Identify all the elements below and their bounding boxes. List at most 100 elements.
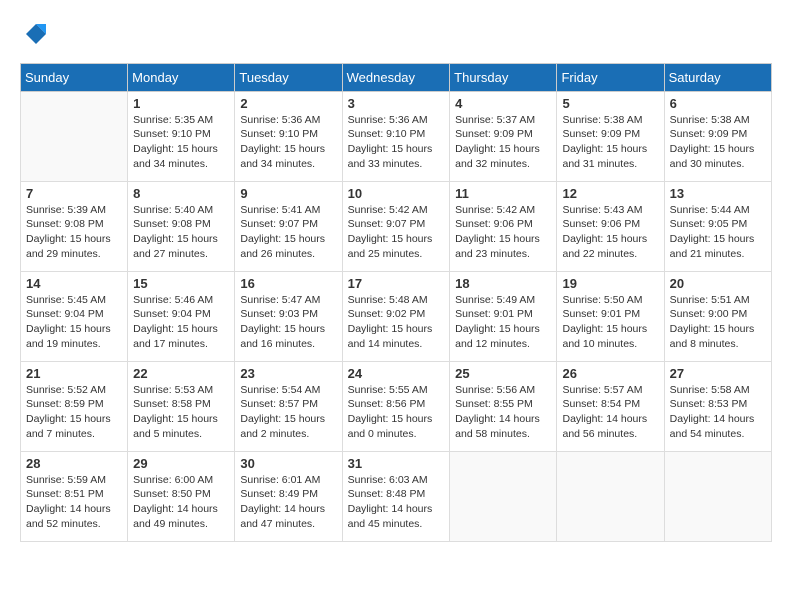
calendar-cell: 22 Sunrise: 5:53 AM Sunset: 8:58 PM Dayli… <box>128 361 235 451</box>
calendar-cell: 10 Sunrise: 5:42 AM Sunset: 9:07 PM Dayli… <box>342 181 450 271</box>
calendar-cell: 1Sunrise: 5:35 AM Sunset: 9:10 PM Daylig… <box>128 91 235 181</box>
day-header-friday: Friday <box>557 63 664 91</box>
day-info: Sunrise: 5:40 AM Sunset: 9:08 PM Dayligh… <box>133 203 229 262</box>
calendar-cell: 16 Sunrise: 5:47 AM Sunset: 9:03 PM Dayli… <box>235 271 342 361</box>
calendar-cell <box>450 451 557 541</box>
calendar-cell: 2Sunrise: 5:36 AM Sunset: 9:10 PM Daylig… <box>235 91 342 181</box>
day-info: Sunrise: 5:43 AM Sunset: 9:06 PM Dayligh… <box>562 203 658 262</box>
calendar-cell: 24 Sunrise: 5:55 AM Sunset: 8:56 PM Dayli… <box>342 361 450 451</box>
day-info: Sunrise: 5:54 AM Sunset: 8:57 PM Dayligh… <box>240 383 336 442</box>
day-number: 10 <box>348 186 445 201</box>
day-number: 8 <box>133 186 229 201</box>
calendar-cell: 19Sunrise: 5:50 AM Sunset: 9:01 PM Dayli… <box>557 271 664 361</box>
day-info: Sunrise: 5:45 AM Sunset: 9:04 PM Dayligh… <box>26 293 122 352</box>
calendar-cell: 29 Sunrise: 6:00 AM Sunset: 8:50 PM Dayli… <box>128 451 235 541</box>
day-info: Sunrise: 5:59 AM Sunset: 8:51 PM Dayligh… <box>26 473 122 532</box>
calendar-cell: 12 Sunrise: 5:43 AM Sunset: 9:06 PM Dayli… <box>557 181 664 271</box>
day-header-saturday: Saturday <box>664 63 771 91</box>
day-info: Sunrise: 6:01 AM Sunset: 8:49 PM Dayligh… <box>240 473 336 532</box>
day-number: 6 <box>670 96 766 111</box>
calendar-cell: 28 Sunrise: 5:59 AM Sunset: 8:51 PM Dayli… <box>21 451 128 541</box>
day-number: 24 <box>348 366 445 381</box>
day-number: 9 <box>240 186 336 201</box>
calendar-cell: 4 Sunrise: 5:37 AM Sunset: 9:09 PM Daylig… <box>450 91 557 181</box>
day-info: Sunrise: 5:55 AM Sunset: 8:56 PM Dayligh… <box>348 383 445 442</box>
calendar-cell: 6 Sunrise: 5:38 AM Sunset: 9:09 PM Daylig… <box>664 91 771 181</box>
day-number: 5 <box>562 96 658 111</box>
calendar-week-1: 1Sunrise: 5:35 AM Sunset: 9:10 PM Daylig… <box>21 91 772 181</box>
day-number: 12 <box>562 186 658 201</box>
calendar-cell: 18 Sunrise: 5:49 AM Sunset: 9:01 PM Dayli… <box>450 271 557 361</box>
calendar-cell: 31 Sunrise: 6:03 AM Sunset: 8:48 PM Dayli… <box>342 451 450 541</box>
day-number: 20 <box>670 276 766 291</box>
day-number: 22 <box>133 366 229 381</box>
day-number: 7 <box>26 186 122 201</box>
day-number: 18 <box>455 276 551 291</box>
day-number: 4 <box>455 96 551 111</box>
day-number: 28 <box>26 456 122 471</box>
calendar-cell: 5 Sunrise: 5:38 AM Sunset: 9:09 PM Daylig… <box>557 91 664 181</box>
calendar-cell: 13Sunrise: 5:44 AM Sunset: 9:05 PM Dayli… <box>664 181 771 271</box>
day-info: Sunrise: 5:36 AM Sunset: 9:10 PM Dayligh… <box>348 113 445 172</box>
day-info: Sunrise: 5:41 AM Sunset: 9:07 PM Dayligh… <box>240 203 336 262</box>
day-number: 23 <box>240 366 336 381</box>
calendar-cell: 8 Sunrise: 5:40 AM Sunset: 9:08 PM Daylig… <box>128 181 235 271</box>
day-number: 1 <box>133 96 229 111</box>
calendar-cell: 23 Sunrise: 5:54 AM Sunset: 8:57 PM Dayli… <box>235 361 342 451</box>
day-info: Sunrise: 5:51 AM Sunset: 9:00 PM Dayligh… <box>670 293 766 352</box>
day-info: Sunrise: 5:42 AM Sunset: 9:07 PM Dayligh… <box>348 203 445 262</box>
calendar-cell: 11Sunrise: 5:42 AM Sunset: 9:06 PM Dayli… <box>450 181 557 271</box>
logo <box>20 20 50 53</box>
calendar-cell <box>21 91 128 181</box>
logo-icon <box>22 20 50 48</box>
day-header-thursday: Thursday <box>450 63 557 91</box>
day-info: Sunrise: 5:42 AM Sunset: 9:06 PM Dayligh… <box>455 203 551 262</box>
day-header-monday: Monday <box>128 63 235 91</box>
day-number: 2 <box>240 96 336 111</box>
day-info: Sunrise: 5:57 AM Sunset: 8:54 PM Dayligh… <box>562 383 658 442</box>
day-number: 30 <box>240 456 336 471</box>
day-info: Sunrise: 6:00 AM Sunset: 8:50 PM Dayligh… <box>133 473 229 532</box>
day-info: Sunrise: 5:38 AM Sunset: 9:09 PM Dayligh… <box>670 113 766 172</box>
day-info: Sunrise: 5:48 AM Sunset: 9:02 PM Dayligh… <box>348 293 445 352</box>
day-info: Sunrise: 5:38 AM Sunset: 9:09 PM Dayligh… <box>562 113 658 172</box>
day-number: 27 <box>670 366 766 381</box>
day-info: Sunrise: 5:53 AM Sunset: 8:58 PM Dayligh… <box>133 383 229 442</box>
day-info: Sunrise: 5:49 AM Sunset: 9:01 PM Dayligh… <box>455 293 551 352</box>
day-header-wednesday: Wednesday <box>342 63 450 91</box>
calendar-cell: 15 Sunrise: 5:46 AM Sunset: 9:04 PM Dayli… <box>128 271 235 361</box>
calendar-table: SundayMondayTuesdayWednesdayThursdayFrid… <box>20 63 772 542</box>
day-info: Sunrise: 5:47 AM Sunset: 9:03 PM Dayligh… <box>240 293 336 352</box>
calendar-week-4: 21Sunrise: 5:52 AM Sunset: 8:59 PM Dayli… <box>21 361 772 451</box>
day-info: Sunrise: 5:58 AM Sunset: 8:53 PM Dayligh… <box>670 383 766 442</box>
calendar-cell: 14 Sunrise: 5:45 AM Sunset: 9:04 PM Dayli… <box>21 271 128 361</box>
calendar-cell: 3 Sunrise: 5:36 AM Sunset: 9:10 PM Daylig… <box>342 91 450 181</box>
day-info: Sunrise: 5:50 AM Sunset: 9:01 PM Dayligh… <box>562 293 658 352</box>
calendar-cell <box>557 451 664 541</box>
day-info: Sunrise: 5:52 AM Sunset: 8:59 PM Dayligh… <box>26 383 122 442</box>
day-number: 13 <box>670 186 766 201</box>
page-header <box>20 20 772 53</box>
day-info: Sunrise: 5:39 AM Sunset: 9:08 PM Dayligh… <box>26 203 122 262</box>
day-number: 15 <box>133 276 229 291</box>
day-info: Sunrise: 5:56 AM Sunset: 8:55 PM Dayligh… <box>455 383 551 442</box>
calendar-header-row: SundayMondayTuesdayWednesdayThursdayFrid… <box>21 63 772 91</box>
calendar-cell: 30 Sunrise: 6:01 AM Sunset: 8:49 PM Dayli… <box>235 451 342 541</box>
day-number: 3 <box>348 96 445 111</box>
calendar-week-2: 7 Sunrise: 5:39 AM Sunset: 9:08 PM Daylig… <box>21 181 772 271</box>
day-number: 14 <box>26 276 122 291</box>
day-number: 31 <box>348 456 445 471</box>
calendar-cell <box>664 451 771 541</box>
day-info: Sunrise: 5:37 AM Sunset: 9:09 PM Dayligh… <box>455 113 551 172</box>
day-number: 26 <box>562 366 658 381</box>
day-info: Sunrise: 6:03 AM Sunset: 8:48 PM Dayligh… <box>348 473 445 532</box>
day-number: 29 <box>133 456 229 471</box>
calendar-cell: 21Sunrise: 5:52 AM Sunset: 8:59 PM Dayli… <box>21 361 128 451</box>
calendar-week-3: 14 Sunrise: 5:45 AM Sunset: 9:04 PM Dayli… <box>21 271 772 361</box>
calendar-cell: 17 Sunrise: 5:48 AM Sunset: 9:02 PM Dayli… <box>342 271 450 361</box>
calendar-cell: 7 Sunrise: 5:39 AM Sunset: 9:08 PM Daylig… <box>21 181 128 271</box>
day-number: 16 <box>240 276 336 291</box>
calendar-week-5: 28 Sunrise: 5:59 AM Sunset: 8:51 PM Dayli… <box>21 451 772 541</box>
day-info: Sunrise: 5:46 AM Sunset: 9:04 PM Dayligh… <box>133 293 229 352</box>
day-number: 17 <box>348 276 445 291</box>
